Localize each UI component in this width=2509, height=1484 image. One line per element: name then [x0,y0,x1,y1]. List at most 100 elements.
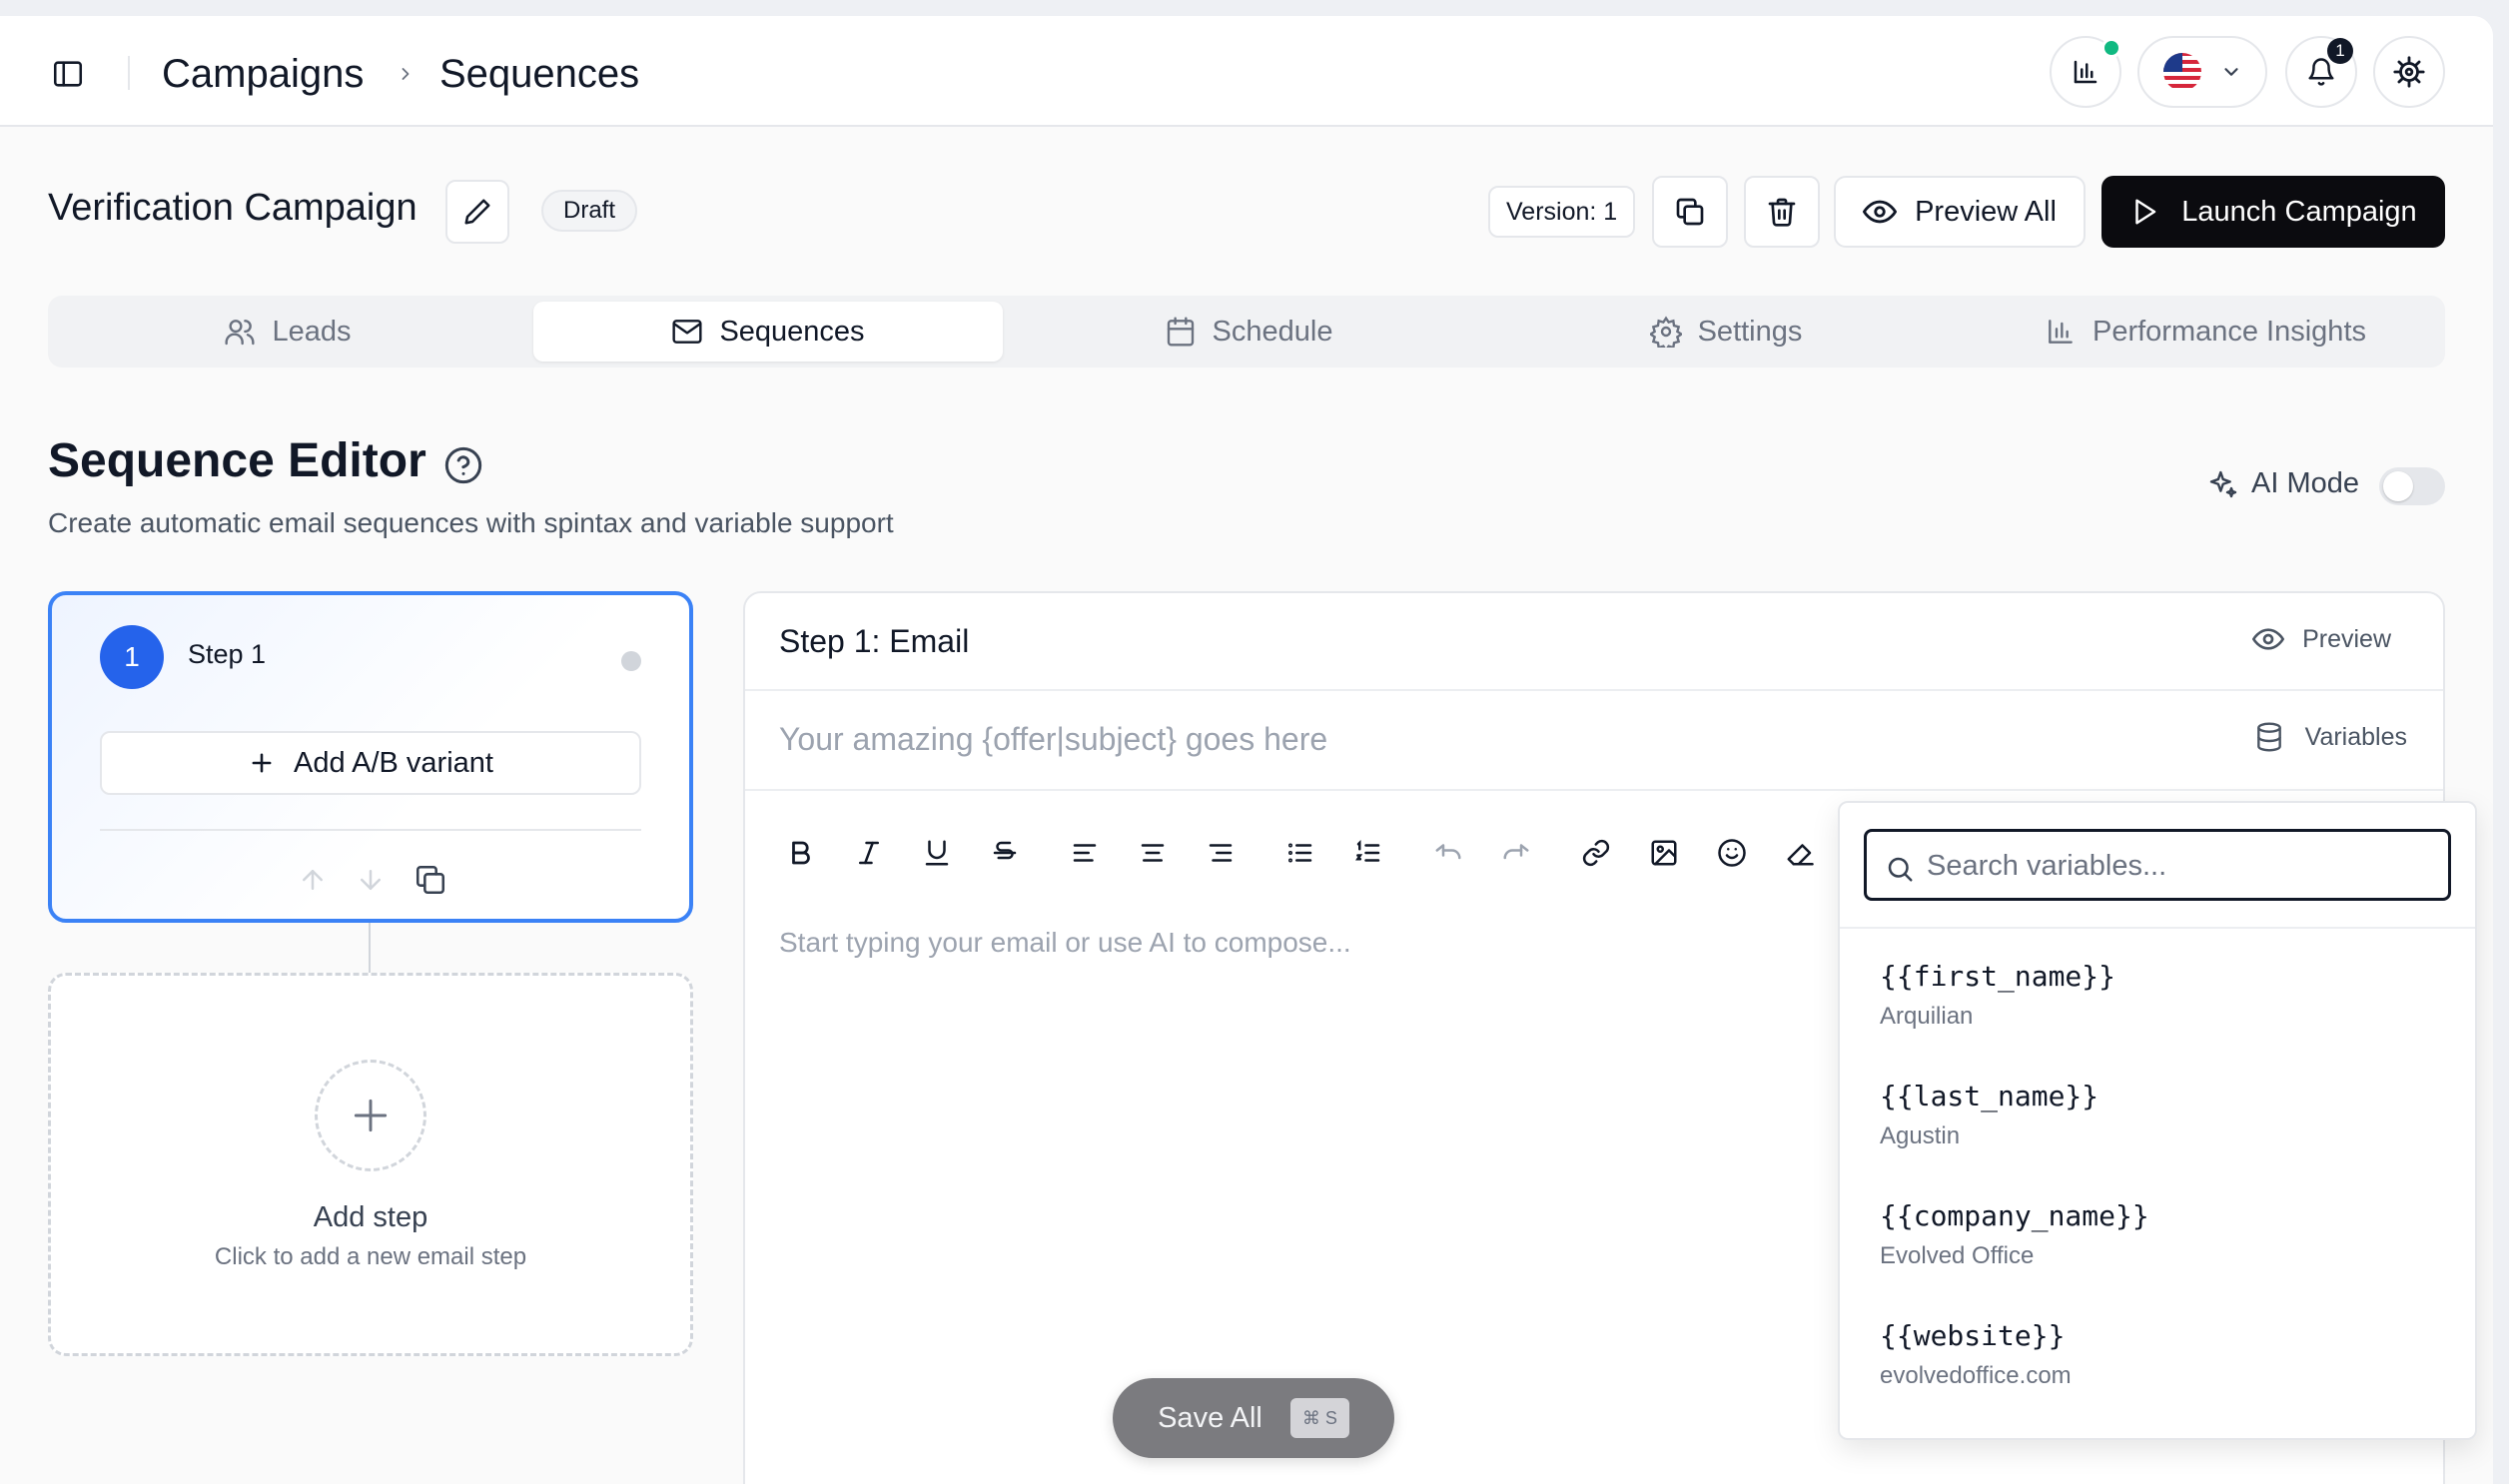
notifications-button[interactable]: 1 [2285,36,2357,108]
undo-icon[interactable] [1426,831,1470,875]
tab-performance-insights[interactable]: Performance Insights [1966,302,2445,362]
breadcrumb-sequences: Sequences [439,52,640,96]
app-window: Campaigns Sequences 1 Verification Campa… [0,16,2493,1484]
tab-sequences[interactable]: Sequences [533,302,1003,362]
plus-icon [248,749,276,777]
emoji-icon[interactable] [1710,831,1754,875]
bar-chart-icon [2045,316,2077,348]
tab-leads[interactable]: Leads [48,302,527,362]
variable-key: {{company_name}} [1880,1199,2149,1232]
variable-item[interactable]: {{website}} evolvedoffice.com [1880,1318,2072,1394]
users-icon [224,316,256,348]
launch-campaign-label: Launch Campaign [2181,195,2417,228]
divider [100,829,641,831]
gear-icon [1649,316,1682,348]
pencil-icon [462,197,492,227]
add-step-circle [315,1060,426,1171]
image-icon[interactable] [1642,831,1686,875]
edit-title-button[interactable] [445,180,509,244]
variables-search[interactable] [1864,829,2451,901]
variable-value: Arquilian [1880,1003,1974,1030]
align-right-icon[interactable] [1199,831,1243,875]
arrow-down-icon[interactable] [356,865,386,895]
add-ab-variant-button[interactable]: Add A/B variant [100,731,641,795]
preview-label: Preview [2302,624,2391,653]
breadcrumb-campaigns[interactable]: Campaigns [162,50,364,98]
variable-value: Agustin [1880,1122,1961,1149]
chevron-right-icon [396,62,416,86]
bullet-list-icon[interactable] [1278,831,1322,875]
bold-icon[interactable] [779,831,823,875]
page-title: Sequence Editor [48,434,426,487]
status-dot [2101,38,2121,58]
variable-item[interactable]: {{first_name}} Arquilian [1880,959,2115,1035]
tab-bar: Leads Sequences Schedule Settings Perfor… [48,296,2445,368]
eraser-icon[interactable] [1778,831,1822,875]
divider [745,789,2443,791]
redo-icon[interactable] [1494,831,1538,875]
save-all-label: Save All [1158,1401,1262,1434]
subject-input[interactable]: Your amazing {offer|subject} goes here [779,721,1327,758]
trash-icon [1766,196,1798,228]
preview-all-label: Preview All [1915,195,2057,228]
variable-key: {{website}} [1880,1319,2066,1352]
tab-label: Schedule [1212,315,1333,348]
save-all-button[interactable]: Save All ⌘ S [1113,1378,1394,1458]
numbered-list-icon[interactable] [1346,831,1390,875]
tab-label: Leads [272,315,352,348]
variables-button[interactable]: Variables [2253,721,2407,753]
tab-label: Performance Insights [2091,315,2366,348]
keyboard-shortcut: ⌘ S [1289,1398,1349,1438]
bar-chart-icon [2071,57,2100,87]
page-subtitle: Create automatic email sequences with sp… [48,507,894,538]
divider [745,689,2443,691]
theme-settings-button[interactable] [2373,36,2445,108]
underline-icon[interactable] [915,831,959,875]
align-center-icon[interactable] [1131,831,1175,875]
tab-label: Settings [1697,315,1803,348]
add-step-card[interactable]: Add step Click to add a new email step [48,973,693,1356]
plus-icon [349,1094,393,1137]
step-number: 1 [100,625,164,689]
duplicate-button[interactable] [1652,176,1728,248]
add-step-title: Add step [313,1201,428,1233]
variables-label: Variables [2304,722,2407,751]
calendar-icon [1165,316,1197,348]
strikethrough-icon[interactable] [983,831,1027,875]
sparkles-icon [2207,468,2239,500]
step-label: Step 1 [188,639,267,669]
preview-button[interactable]: Preview [2252,623,2391,655]
copy-icon[interactable] [414,863,447,897]
add-ab-variant-label: Add A/B variant [294,746,493,779]
preview-all-button[interactable]: Preview All [1834,176,2086,248]
variable-key: {{first_name}} [1880,960,2116,993]
variable-item[interactable]: {{company_name}} Evolved Office [1880,1198,2149,1274]
italic-icon[interactable] [847,831,891,875]
ai-mode-toggle[interactable] [2379,467,2445,505]
align-left-icon[interactable] [1063,831,1107,875]
gear-icon [2392,55,2426,89]
top-bar: Campaigns Sequences 1 [0,16,2493,127]
step-card[interactable]: 1 Step 1 Add A/B variant [48,591,693,923]
launch-campaign-button[interactable]: Launch Campaign [2101,176,2445,248]
arrow-up-icon[interactable] [298,865,328,895]
tab-settings[interactable]: Settings [1486,302,1966,362]
help-circle-icon[interactable] [443,445,483,485]
variable-item[interactable]: {{last_name}} Agustin [1880,1079,2098,1154]
tab-schedule[interactable]: Schedule [1009,302,1488,362]
email-body-input[interactable]: Start typing your email or use AI to com… [779,927,1351,959]
analytics-button[interactable] [2050,36,2121,108]
version-badge: Version: 1 [1488,186,1636,238]
tab-label: Sequences [719,315,865,348]
campaign-title: Verification Campaign [48,187,418,229]
step-status-dot [621,651,641,671]
search-input[interactable] [1927,844,2436,888]
eye-icon [2252,623,2285,655]
link-icon[interactable] [1574,831,1618,875]
sidebar-toggle-icon[interactable] [50,56,86,92]
step-actions [298,863,447,897]
language-selector[interactable] [2137,36,2267,108]
divider [1840,927,2475,929]
copy-icon [1674,196,1706,228]
delete-button[interactable] [1744,176,1820,248]
